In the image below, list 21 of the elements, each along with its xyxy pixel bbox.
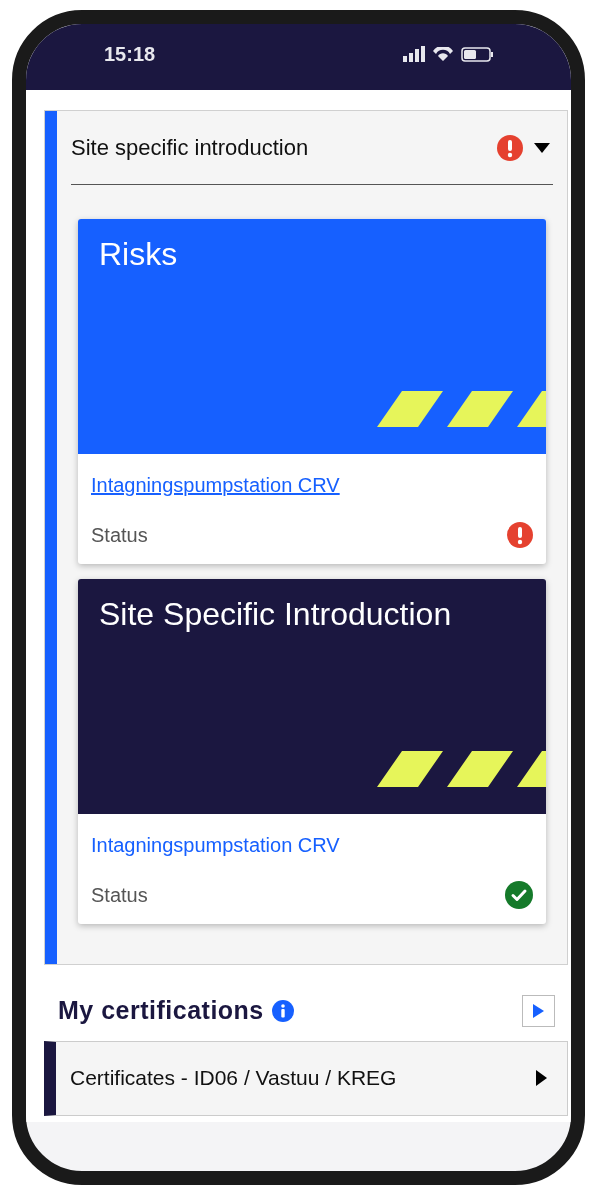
card-title: Risks <box>99 235 179 274</box>
battery-icon <box>461 46 493 62</box>
play-button[interactable] <box>522 994 555 1027</box>
play-icon <box>533 1003 544 1018</box>
site-link[interactable]: Intagningspumpstation CRV <box>91 834 340 856</box>
course-card[interactable]: Site Specific Introduction Intagningspumpstation CRV Status <box>78 579 546 924</box>
status-label: Status <box>91 523 148 548</box>
section-title: Site specific introduction <box>71 134 309 162</box>
section-header[interactable]: Site specific introduction <box>71 111 553 185</box>
section-heading: My certifications <box>58 995 264 1026</box>
wifi-icon <box>433 47 453 61</box>
certificate-label: Certificates - ID06 / Vastuu / KREG <box>70 1065 397 1092</box>
arrow-right-icon <box>536 1070 547 1086</box>
site-link[interactable]: Intagningspumpstation CRV <box>91 474 340 496</box>
card-title: Site Specific Introduction <box>99 595 453 634</box>
course-card[interactable]: Risks Intagningspumpstation CRV Status <box>78 219 546 564</box>
info-icon[interactable] <box>271 999 294 1022</box>
certificate-row[interactable]: Certificates - ID06 / Vastuu / KREG <box>44 1040 568 1116</box>
status-label: Status <box>91 883 148 908</box>
signal-icon <box>403 46 425 62</box>
status-time: 15:18 <box>104 42 156 67</box>
